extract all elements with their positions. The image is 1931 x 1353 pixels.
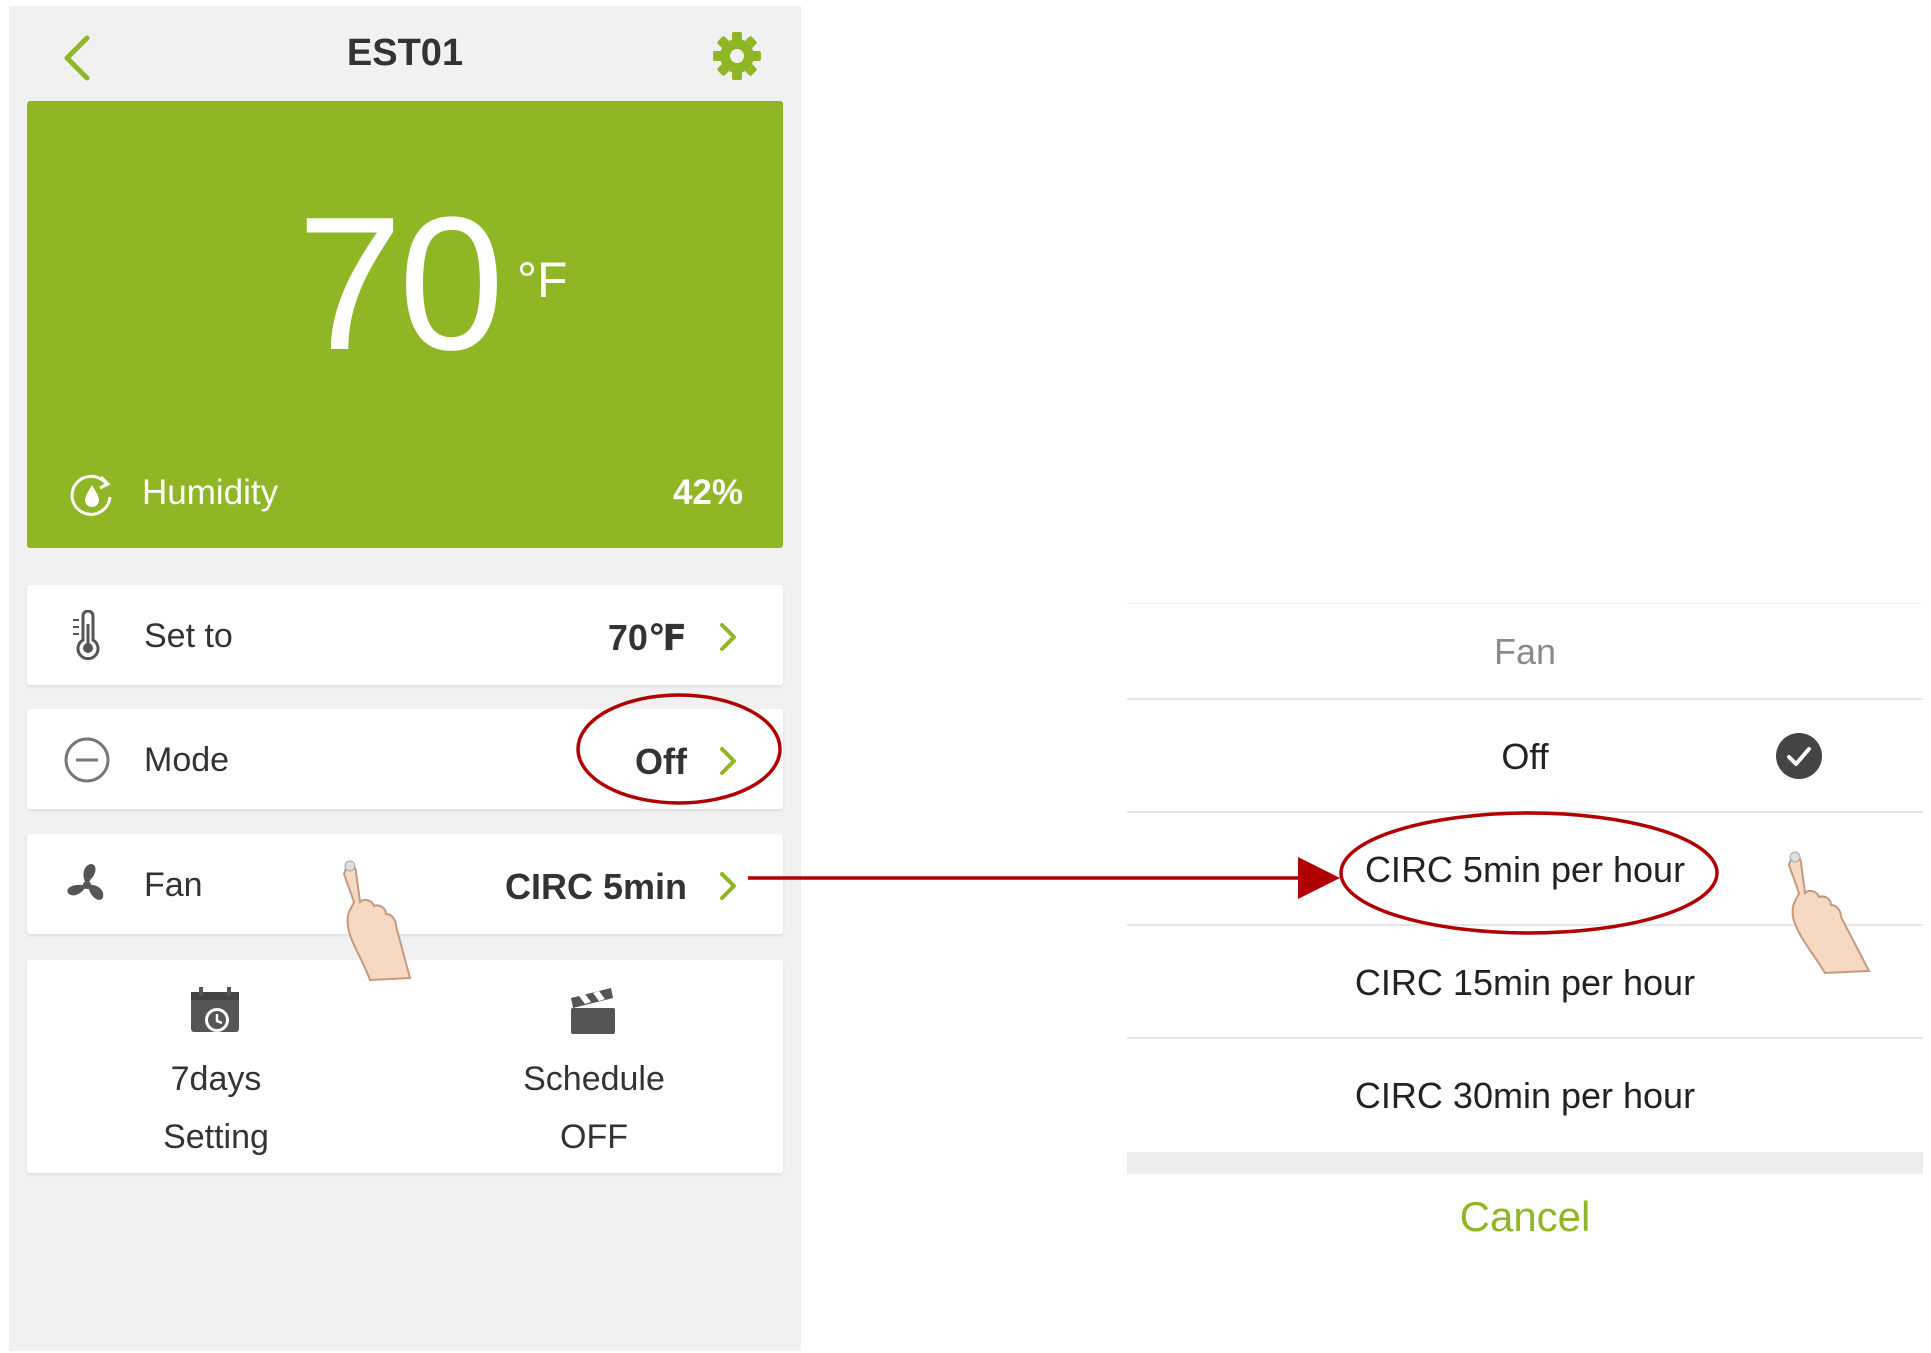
fan-option-circ-5[interactable]: CIRC 5min per hour <box>1127 811 1923 924</box>
sheet-title: Fan <box>1127 603 1923 698</box>
seven-days-setting-tile[interactable]: 7days Setting <box>27 960 405 1173</box>
set-to-value: 70℉ <box>607 617 687 658</box>
tutorial-screenshot: EST01 70 °F Humidity 42% Set to 70℉ Mode… <box>0 0 1931 1353</box>
mode-value: Off <box>635 741 687 782</box>
fan-option-off[interactable]: Off <box>1127 698 1923 811</box>
set-to-label: Set to <box>144 617 233 655</box>
humidity-value: 42% <box>672 473 743 512</box>
chevron-right-icon <box>720 747 736 775</box>
humidity-icon <box>70 474 112 516</box>
schedule-status: OFF <box>560 1118 628 1156</box>
fan-row[interactable]: Fan CIRC 5min <box>27 834 783 934</box>
sheet-divider <box>1127 1152 1923 1174</box>
check-circle-icon <box>1776 733 1822 779</box>
cancel-button[interactable]: Cancel <box>1127 1174 1923 1260</box>
temperature-unit: °F <box>517 252 568 308</box>
clapperboard-icon <box>571 988 615 1034</box>
top-bar: EST01 <box>9 6 801 101</box>
fan-option-circ-15[interactable]: CIRC 15min per hour <box>1127 924 1923 1037</box>
fan-value: CIRC 5min <box>504 866 687 907</box>
minus-circle-icon <box>64 737 110 783</box>
schedule-tile[interactable]: Schedule OFF <box>405 960 783 1173</box>
humidity-label: Humidity <box>142 473 279 512</box>
fan-label: Fan <box>144 866 203 904</box>
device-title: EST01 <box>346 32 464 74</box>
mode-label: Mode <box>144 741 230 779</box>
schedule-label: Schedule <box>523 1060 665 1098</box>
calendar-clock-icon <box>191 987 239 1032</box>
fan-icon <box>67 864 104 900</box>
thermometer-icon <box>73 610 100 661</box>
option-label: CIRC 15min per hour <box>1354 962 1696 1003</box>
fan-option-circ-30[interactable]: CIRC 30min per hour <box>1127 1037 1923 1152</box>
option-label: CIRC 30min per hour <box>1354 1075 1696 1116</box>
fan-action-sheet: Fan Off CIRC 5min per hour CIRC 15min pe… <box>1127 603 1923 1260</box>
set-to-row[interactable]: Set to 70℉ <box>27 585 783 685</box>
seven-days-sublabel: Setting <box>163 1118 269 1156</box>
seven-days-label: 7days <box>170 1060 262 1098</box>
gear-icon[interactable] <box>709 28 765 84</box>
option-label: CIRC 5min per hour <box>1364 849 1686 890</box>
temperature-card: 70 °F Humidity 42% <box>27 101 783 548</box>
thermostat-screen: EST01 70 °F Humidity 42% Set to 70℉ Mode… <box>9 6 801 1351</box>
chevron-right-icon <box>720 872 736 900</box>
current-temperature: 70 <box>297 178 504 390</box>
chevron-right-icon <box>720 623 736 651</box>
quick-tiles: 7days Setting Schedule OFF <box>27 960 783 1173</box>
mode-row[interactable]: Mode Off <box>27 709 783 809</box>
